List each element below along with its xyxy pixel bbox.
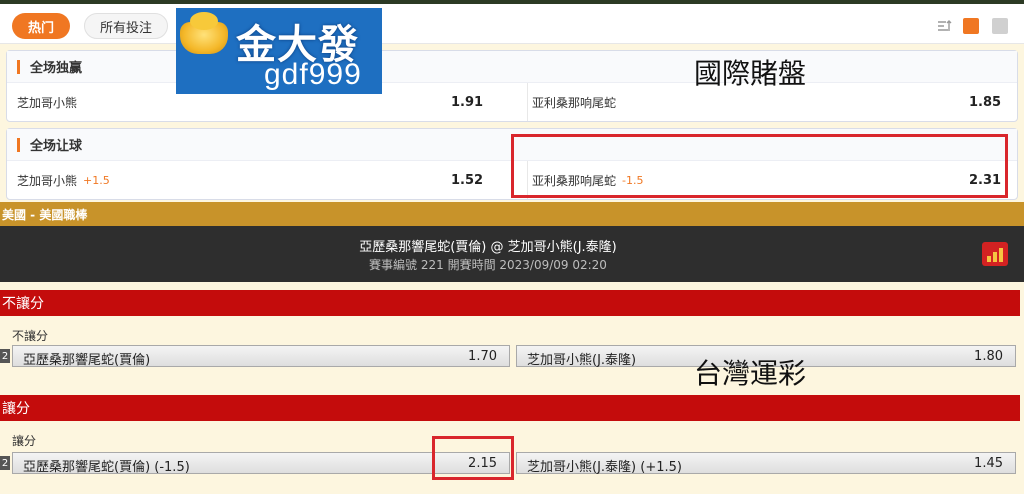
match-header: 亞歷桑那響尾蛇(賈倫) @ 芝加哥小熊(J.泰隆) 賽事編號 221 開賽時間 … — [0, 226, 1024, 282]
odds-value[interactable]: 1.85 — [969, 83, 1001, 121]
section-bar-handicap: 讓分 — [0, 395, 1020, 421]
bet-option-home[interactable]: 芝加哥小熊(J.泰隆) (+1.5) 1.45 — [516, 452, 1016, 475]
match-info: 賽事編號 221 開賽時間 2023/09/09 02:20 — [369, 258, 607, 272]
market-header: 全场独赢 — [7, 51, 1017, 83]
highlight-box-taiwan — [432, 436, 514, 480]
bet-option-away[interactable]: 亞歷桑那響尾蛇(賈倫) 1.70 — [12, 345, 510, 368]
market-title: 全场独赢 — [30, 61, 83, 76]
market-title: 全场让球 — [30, 139, 83, 154]
bet-count-tag: 2 — [0, 349, 10, 363]
section-sub-label: 不讓分 — [12, 329, 49, 343]
bet-option-odds: 1.45 — [974, 456, 1003, 471]
bet-option-label: 芝加哥小熊(J.泰隆) (+1.5) — [527, 460, 682, 475]
caption-taiwan: 台灣運彩 — [694, 357, 807, 390]
bet-count-tag: 2 — [0, 456, 10, 470]
bet-option-odds: 1.70 — [468, 349, 497, 364]
section-bar-moneyline: 不讓分 — [0, 290, 1020, 316]
odds-value[interactable]: 1.91 — [451, 83, 483, 121]
sort-icon[interactable] — [936, 18, 952, 34]
team-name: 芝加哥小熊 — [17, 95, 78, 110]
highlight-box-international — [511, 134, 1008, 198]
tab-hot[interactable]: 热门 — [12, 13, 70, 39]
tabs-bar: 热门 所有投注 — [0, 4, 1024, 44]
bet-option-odds: 1.80 — [974, 349, 1003, 364]
bet-option-label: 芝加哥小熊(J.泰隆) — [527, 353, 637, 368]
logo-sub-text: gdf999 — [264, 58, 362, 91]
market-moneyline: 全场独赢 芝加哥小熊 1.91 亚利桑那响尾蛇 1.85 — [6, 50, 1018, 122]
odds-value[interactable]: 1.52 — [451, 161, 483, 199]
stats-chart-icon[interactable] — [982, 242, 1008, 266]
handicap-value: +1.5 — [83, 173, 110, 187]
section-sub-label: 讓分 — [12, 434, 37, 448]
caption-international: 國際賭盤 — [694, 57, 807, 90]
tab-all-bets[interactable]: 所有投注 — [84, 13, 168, 39]
layout-single-icon[interactable] — [963, 18, 979, 34]
bet-option-label: 亞歷桑那響尾蛇(賈倫) — [23, 353, 151, 368]
gold-ingot-top — [190, 12, 218, 30]
league-bar: 美國 - 美國職棒 — [0, 202, 1024, 226]
selection-left[interactable]: 芝加哥小熊 +1.5 — [17, 161, 497, 199]
team-name: 亚利桑那响尾蛇 — [532, 95, 617, 110]
market-row: 芝加哥小熊 1.91 亚利桑那响尾蛇 1.85 — [7, 83, 1017, 121]
team-name: 芝加哥小熊 — [17, 173, 78, 188]
brand-logo: 金大發 gdf999 — [176, 8, 382, 94]
market-header-accent — [17, 137, 20, 152]
match-teams: 亞歷桑那響尾蛇(賈倫) @ 芝加哥小熊(J.泰隆) — [359, 240, 617, 255]
market-header-accent — [17, 59, 20, 74]
layout-double-icon[interactable] — [992, 18, 1008, 34]
bet-option-label: 亞歷桑那響尾蛇(賈倫) (-1.5) — [23, 460, 190, 475]
